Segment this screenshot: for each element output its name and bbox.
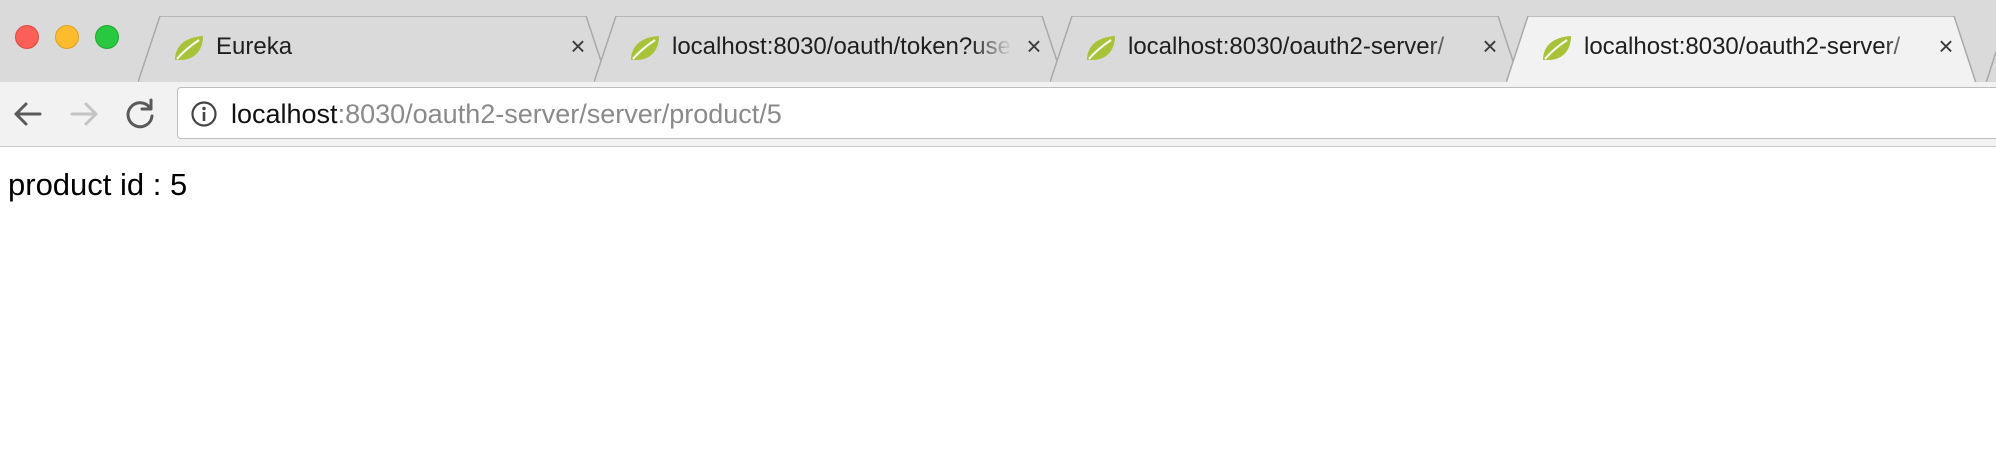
window-maximize-button[interactable] (95, 25, 119, 49)
window-minimize-button[interactable] (55, 25, 79, 49)
spring-leaf-icon (1087, 36, 1115, 60)
reload-icon (126, 98, 154, 129)
arrow-right-icon (70, 102, 98, 126)
tab-eureka[interactable]: Eureka × (138, 16, 608, 82)
tab-close-icon[interactable]: × (1474, 30, 1506, 62)
url-path: :8030/oauth2-server/server/product/5 (337, 99, 782, 129)
spring-leaf-icon (1543, 36, 1571, 60)
tab-oauth2-server-1[interactable]: localhost:8030/oauth2-server/ × (1050, 16, 1520, 82)
forward-button[interactable] (64, 94, 104, 134)
url-host: localhost (231, 99, 338, 129)
tab-title: localhost:8030/oauth2-server/ (1128, 33, 1445, 60)
tab-close-icon[interactable]: × (1018, 30, 1050, 62)
back-button[interactable] (8, 94, 48, 134)
page-content: product id : 5 (0, 147, 1996, 470)
spring-leaf-icon (631, 36, 659, 60)
window-close-button[interactable] (15, 25, 39, 49)
arrow-left-icon (14, 102, 42, 126)
browser-toolbar: localhost:8030/oauth2-server/server/prod… (0, 82, 1996, 147)
tab-close-icon[interactable]: × (1930, 30, 1962, 62)
product-id-text: product id : 5 (8, 167, 188, 202)
info-circle-icon[interactable] (190, 100, 218, 128)
spring-leaf-icon (175, 36, 203, 60)
reload-button[interactable] (120, 94, 160, 134)
tab-close-icon[interactable]: × (562, 30, 594, 62)
browser-window: Eureka × localhost:8030/oauth/token?user… (0, 0, 1996, 470)
tab-oauth2-server-active[interactable]: localhost:8030/oauth2-server/ × (1506, 16, 1996, 82)
tab-title: localhost:8030/oauth/token?username (672, 33, 1012, 60)
address-url[interactable]: localhost:8030/oauth2-server/server/prod… (231, 96, 782, 132)
tab-title: localhost:8030/oauth2-server/ (1584, 33, 1901, 60)
tab-title: Eureka (216, 33, 293, 60)
address-bar[interactable]: localhost:8030/oauth2-server/server/prod… (177, 87, 1996, 139)
tab-oauth-token[interactable]: localhost:8030/oauth/token?username × (594, 16, 1064, 82)
tab-strip: Eureka × localhost:8030/oauth/token?user… (0, 0, 1996, 83)
